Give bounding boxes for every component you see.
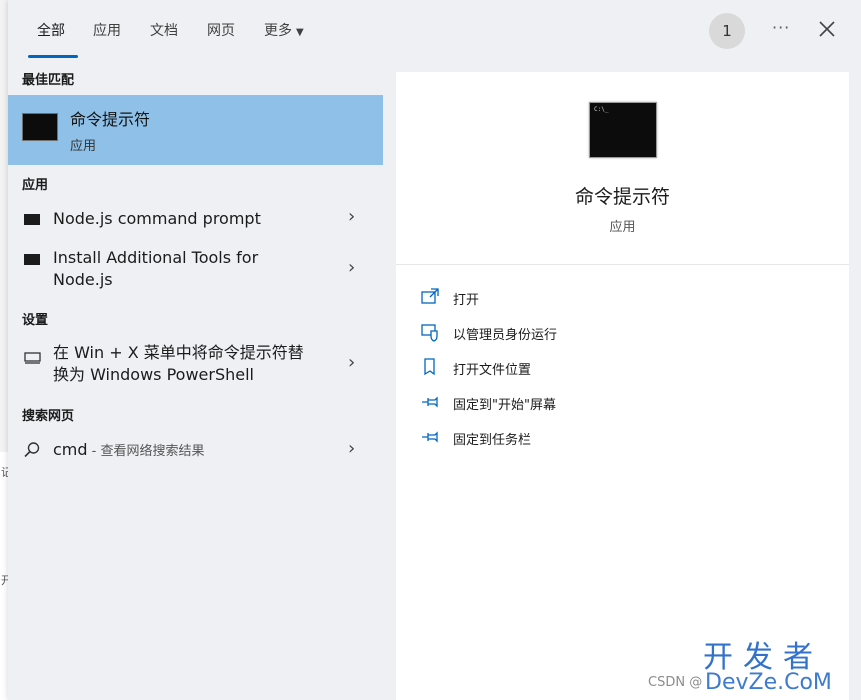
- action-label: 固定到任务栏: [453, 433, 532, 448]
- file-location-icon: [420, 357, 440, 377]
- list-item-label: Node.js command prompt: [53, 209, 261, 228]
- terminal-icon: [24, 214, 40, 225]
- close-icon[interactable]: [816, 14, 838, 44]
- list-item-label-line2: 换为 Windows PowerShell: [53, 365, 255, 384]
- chevron-right-icon: ›: [348, 352, 356, 373]
- detail-title: 命令提示符: [574, 186, 670, 208]
- tab-web[interactable]: 网页: [207, 20, 235, 42]
- web-search-suffix: - 查看网络搜索结果: [87, 444, 205, 459]
- action-label: 固定到"开始"屏幕: [453, 398, 556, 413]
- best-match-title: 命令提示符: [70, 110, 151, 129]
- section-settings: 设置: [22, 313, 49, 328]
- detail-pane: C:\_ 命令提示符 应用 打开 以管理员身份运行 打开文件位置 固定到"开始"…: [396, 72, 849, 700]
- divider: [396, 264, 849, 265]
- tab-apps[interactable]: 应用: [93, 20, 121, 42]
- terminal-icon: C:\_: [589, 102, 657, 158]
- search-panel: 全部 应用 文档 网页 更多 ▼ 1 ··· 最佳匹配 命令提示符 应用 应用 N…: [8, 0, 861, 700]
- tab-more[interactable]: 更多 ▼: [264, 20, 304, 42]
- section-best-match: 最佳匹配: [22, 73, 75, 88]
- best-match-subtitle: 应用: [70, 139, 97, 154]
- user-badge[interactable]: 1: [709, 13, 745, 49]
- pin-icon: [420, 392, 440, 412]
- list-item-winx-setting[interactable]: 在 Win + X 菜单中将命令提示符替 换为 Windows PowerShe…: [8, 337, 383, 389]
- active-tab-indicator: [28, 55, 78, 58]
- chevron-right-icon: ›: [348, 257, 356, 278]
- tab-all[interactable]: 全部: [37, 20, 65, 42]
- list-item-label-line1: 在 Win + X 菜单中将命令提示符替: [53, 343, 304, 362]
- watermark-site: DevZe.CoM: [705, 670, 832, 695]
- detail-subtitle: 应用: [609, 220, 636, 235]
- chevron-right-icon: ›: [348, 438, 356, 459]
- csdn-watermark: CSDN @: [648, 675, 703, 690]
- action-label: 打开: [453, 293, 480, 308]
- results-list: 最佳匹配 命令提示符 应用 应用 Node.js command prompt …: [8, 62, 391, 700]
- terminal-icon: [22, 113, 58, 141]
- more-options-icon[interactable]: ···: [772, 18, 790, 37]
- web-search-query: cmd: [53, 440, 88, 459]
- list-item-label-line2: Node.js: [53, 270, 113, 289]
- search-icon: [23, 441, 41, 463]
- list-item-install-tools[interactable]: Install Additional Tools for Node.js ›: [8, 242, 383, 294]
- section-web-search: 搜索网页: [22, 409, 75, 424]
- list-item-label-line1: Install Additional Tools for: [53, 248, 259, 267]
- list-item-web-search[interactable]: cmd - 查看网络搜索结果 ›: [8, 432, 383, 468]
- best-match-item[interactable]: 命令提示符 应用: [8, 95, 383, 165]
- action-label: 以管理员身份运行: [453, 328, 558, 343]
- caret-down-icon: ▼: [296, 27, 304, 38]
- action-label: 打开文件位置: [453, 363, 532, 378]
- web-search-label: cmd - 查看网络搜索结果: [53, 439, 205, 463]
- tab-documents[interactable]: 文档: [150, 20, 178, 42]
- monitor-icon: [24, 349, 41, 368]
- open-icon: [420, 287, 440, 307]
- shield-run-icon: [420, 322, 440, 342]
- section-apps: 应用: [22, 178, 49, 193]
- chevron-right-icon: ›: [348, 206, 356, 227]
- list-item-nodejs-prompt[interactable]: Node.js command prompt ›: [8, 202, 383, 236]
- filter-tabs: 全部 应用 文档 网页 更多 ▼ 1 ···: [8, 0, 861, 62]
- terminal-icon: [24, 254, 40, 265]
- pin-icon: [420, 427, 440, 447]
